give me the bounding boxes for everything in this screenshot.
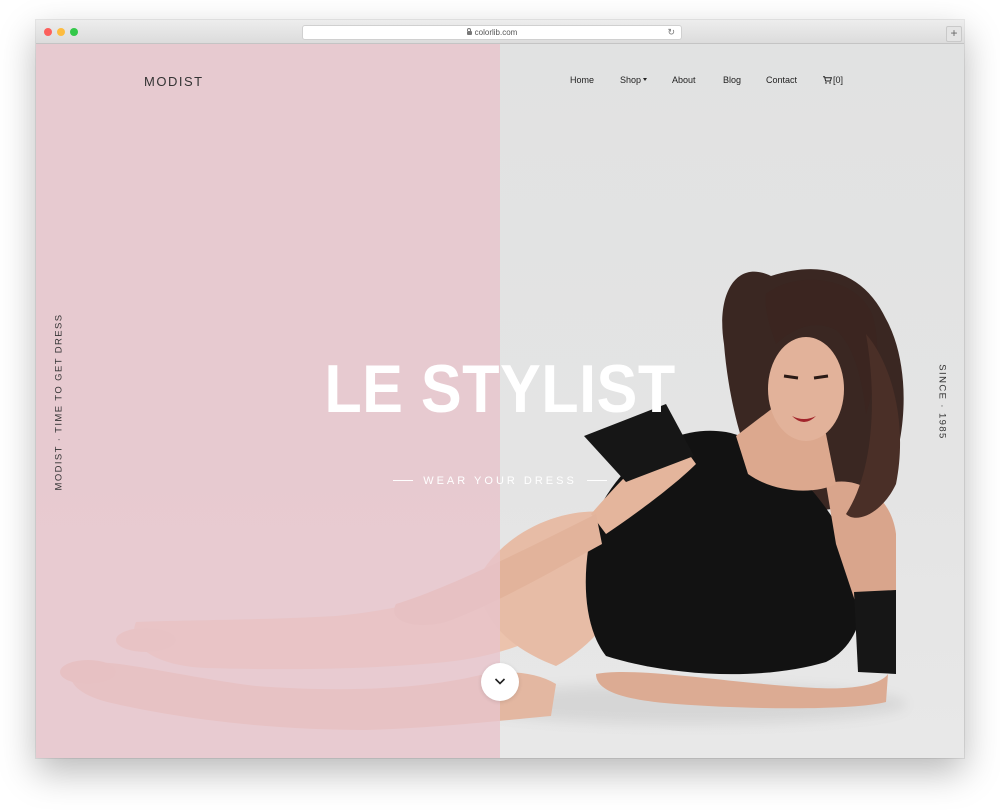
caret-down-icon	[643, 78, 648, 82]
hero-subtitle: WEAR YOUR DRESS	[423, 474, 577, 487]
address-bar[interactable]: colorlib.com ↻	[302, 25, 682, 40]
maximize-window-button[interactable]	[70, 28, 78, 36]
chevron-down-icon	[494, 678, 506, 685]
hero-headline: LE STYLIST	[324, 351, 676, 427]
side-tagline-left: MODIST · TIME TO GET DRESS	[53, 313, 65, 491]
close-window-button[interactable]	[44, 28, 52, 36]
hero-subtitle-row: WEAR YOUR DRESS	[36, 472, 964, 490]
scroll-down-button[interactable]	[481, 663, 519, 701]
side-tagline-right: SINCE · 1985	[936, 364, 948, 440]
nav-item-label: About	[672, 75, 696, 85]
new-tab-button[interactable]: +	[946, 26, 962, 42]
lock-icon	[466, 28, 472, 35]
cart-count: [0]	[833, 75, 844, 85]
site-logo[interactable]: MODIST	[144, 74, 204, 89]
page-viewport: MODIST Home Shop About Blog Contact [0] …	[36, 44, 964, 758]
nav-item-label: Contact	[766, 75, 798, 85]
nav-item-label: Shop	[620, 75, 642, 85]
nav-item-label: Home	[570, 75, 595, 85]
reload-icon[interactable]: ↻	[667, 26, 675, 39]
browser-window: colorlib.com ↻ + MODIST Home Shop About …	[36, 20, 964, 758]
nav-item-shop[interactable]: Shop	[620, 75, 648, 85]
browser-titlebar: colorlib.com ↻ +	[36, 20, 964, 44]
subtitle-divider-right	[586, 480, 607, 482]
nav-item-contact[interactable]: Contact	[766, 75, 797, 85]
minimize-window-button[interactable]	[57, 28, 65, 36]
nav-item-about[interactable]: About	[672, 75, 696, 85]
nav-item-home[interactable]: Home	[570, 75, 594, 85]
address-url: colorlib.com	[474, 28, 518, 37]
nav-item-label: Blog	[723, 75, 742, 85]
cart-icon	[823, 75, 832, 84]
nav-item-blog[interactable]: Blog	[723, 75, 741, 85]
nav-cart[interactable]: [0]	[823, 75, 843, 85]
subtitle-divider-left	[393, 480, 414, 482]
